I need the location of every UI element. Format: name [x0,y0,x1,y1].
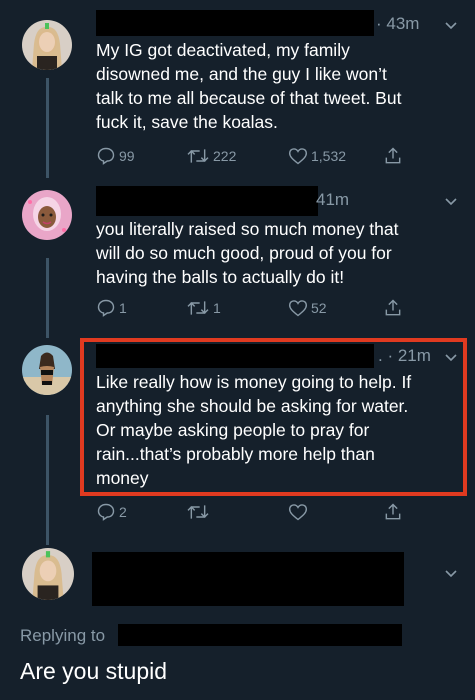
reply-icon [97,147,115,165]
tweet-time: . · 21m [378,346,431,365]
avatar[interactable] [22,190,72,240]
thread-line [46,415,49,545]
retweet-count: 222 [213,148,237,164]
like-count: 52 [311,300,327,316]
retweet-count: 1 [213,300,221,316]
redacted-username [92,552,404,606]
tweet-text-line: having the balls to actually do it! [96,267,345,287]
tweet-text-line: talk to me all because of that tweet. Bu… [96,88,402,108]
avatar[interactable] [22,345,72,395]
like-icon [288,148,308,165]
tweet-text-line: fuck it, save the koalas. [96,112,278,132]
thread-line [46,78,49,178]
tweet-actions: 1 1 52 [96,298,426,320]
retweet-icon [187,505,209,519]
tweet-text-line: rain...that’s probably more help than [96,444,375,464]
tweet-text-line: disowned me, and the guy I like won’t [96,64,387,84]
redacted-username [96,186,318,216]
chevron-down-icon[interactable] [443,566,459,582]
share-button[interactable] [383,298,403,318]
like-icon [288,300,308,317]
tweet-text-line: Like really how is money going to help. … [96,372,412,392]
reply-button[interactable]: 99 [96,146,135,166]
like-icon [288,504,308,521]
tweet-text: you literally raised so much money that … [96,217,399,289]
redacted-reply-handle [118,624,402,646]
like-button[interactable] [288,502,308,522]
like-count: 1,532 [311,148,347,164]
share-icon [385,147,401,164]
tweet-text-line: will do so much good, proud of you for [96,243,392,263]
avatar[interactable] [22,548,74,600]
retweet-icon [187,149,209,163]
tweet-actions: 99 222 1,532 [96,146,426,168]
reply-count: 2 [119,504,127,520]
retweet-button[interactable]: 222 [186,146,236,166]
reply-button[interactable]: 1 [96,298,127,318]
share-icon [385,299,401,316]
avatar[interactable] [22,20,72,70]
thread-line [46,258,49,338]
reply-icon [97,503,115,521]
tweet-text-line: you literally raised so much money that [96,219,399,239]
share-icon [385,503,401,520]
retweet-button[interactable]: 1 [186,298,221,318]
reply-icon [97,299,115,317]
tweet-actions: 2 [96,502,426,524]
replying-to-label: Replying to [20,626,106,645]
tweet-text-line: My IG got deactivated, my family [96,40,350,60]
chevron-down-icon[interactable] [443,18,459,34]
tweet-time: · 43m [376,14,420,33]
share-button[interactable] [383,502,403,522]
tweet-text: My IG got deactivated, my family disowne… [96,38,401,134]
share-button[interactable] [383,146,403,166]
tweet-text-line: Or maybe asking people to pray for [96,420,370,440]
chevron-down-icon[interactable] [443,194,459,210]
like-button[interactable]: 52 [288,298,327,318]
retweet-icon [187,301,209,315]
tweet-text-line: anything she should be asking for water. [96,396,409,416]
retweet-button[interactable] [186,502,210,522]
chevron-down-icon[interactable] [443,350,459,366]
tweet-text-line: money [96,468,149,488]
redacted-username [96,344,374,368]
reply-text: Are you stupid [20,658,168,684]
tweet-text: Like really how is money going to help. … [96,370,411,490]
like-button[interactable]: 1,532 [288,146,346,166]
reply-count: 99 [119,148,135,164]
reply-button[interactable]: 2 [96,502,127,522]
tweet-time: 41m [316,190,350,209]
reply-count: 1 [119,300,127,316]
redacted-username [96,10,374,36]
